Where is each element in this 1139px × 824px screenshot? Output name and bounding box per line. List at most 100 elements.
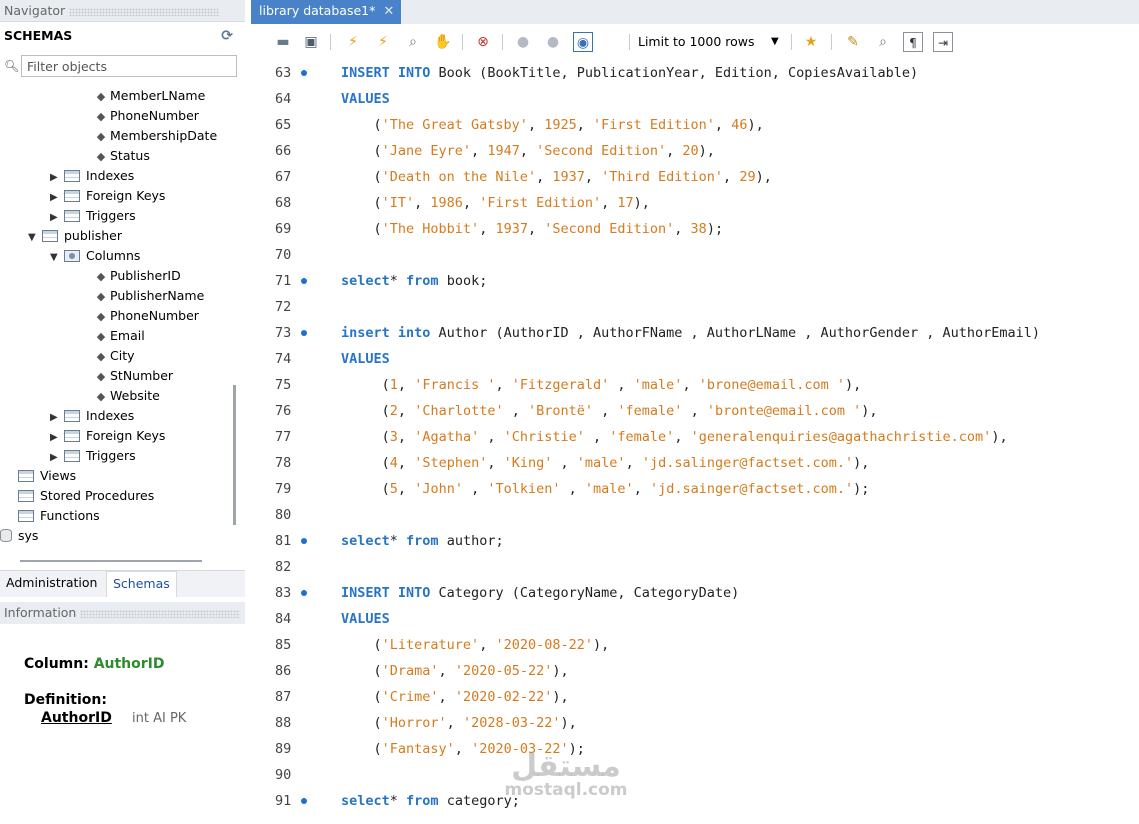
wrap-lines-icon[interactable]: ⇥ (933, 32, 953, 52)
code-line[interactable]: 83 INSERT INTO Category (CategoryName, Ca… (251, 580, 1139, 606)
tree-item-membershipdate[interactable]: ◆ MembershipDate (92, 126, 217, 146)
collapse-arrow-icon[interactable]: ▼ (28, 228, 42, 248)
code-line[interactable]: 63 INSERT INTO Book (BookTitle, Publicati… (251, 60, 1139, 86)
tree-horizontal-scrollbar[interactable] (20, 560, 202, 562)
code-line[interactable]: 71 select* from book; (251, 268, 1139, 294)
folder-icon (18, 510, 34, 522)
line-number: 64 (275, 91, 292, 107)
code-line[interactable]: 77 (3, 'Agatha' , 'Christie' , 'female',… (251, 424, 1139, 450)
code-line[interactable]: 85 ('Literature', '2020-08-22'), (251, 632, 1139, 658)
tree-item-city[interactable]: ◆ City (92, 346, 135, 366)
tree-item-email[interactable]: ◆ Email (92, 326, 145, 346)
code-line[interactable]: 69 ('The Hobbit', 1937, 'Second Edition'… (251, 216, 1139, 242)
code-line[interactable]: 75 (1, 'Francis ', 'Fitzgerald' , 'male'… (251, 372, 1139, 398)
code-line[interactable]: 74 VALUES (251, 346, 1139, 372)
tree-item-website[interactable]: ◆ Website (92, 386, 160, 406)
add-snippet-icon[interactable]: ★ (801, 32, 821, 52)
code-token: 'The Hobbit' (381, 221, 480, 237)
code-line[interactable]: 91 select* from category; (251, 788, 1139, 814)
columns-icon (64, 250, 80, 262)
tree-item-sys[interactable]: sys (0, 526, 38, 546)
explain-icon[interactable]: ⌕ (403, 32, 423, 52)
tab-administration[interactable]: Administration (0, 571, 103, 596)
tree-item-indexes[interactable]: ▶ Indexes (50, 406, 134, 426)
execute-current-icon[interactable]: ⚡ (373, 32, 393, 52)
code-line[interactable]: 64 VALUES (251, 86, 1139, 112)
expand-arrow-icon[interactable]: ▶ (50, 408, 64, 428)
expand-arrow-icon[interactable]: ▶ (50, 208, 64, 228)
code-line[interactable]: 76 (2, 'Charlotte' , 'Brontë' , 'female'… (251, 398, 1139, 424)
tree-item-publisher[interactable]: ▼ publisher (28, 226, 122, 246)
execute-icon[interactable]: ⚡ (343, 32, 363, 52)
expand-arrow-icon[interactable]: ▶ (50, 188, 64, 208)
code-line[interactable]: 65 ('The Great Gatsby', 1925, 'First Edi… (251, 112, 1139, 138)
tab-library-database[interactable]: library database1* ✕ (251, 0, 402, 24)
code-token: ), (552, 663, 569, 679)
tree-item-foreign-keys[interactable]: ▶ Foreign Keys (50, 186, 165, 206)
code-line[interactable]: 90 (251, 762, 1139, 788)
tree-item-phonenumber[interactable]: ◆ PhoneNumber (92, 106, 199, 126)
refresh-icon[interactable]: ⟳ (221, 28, 233, 44)
code-line[interactable]: 68 ('IT', 1986, 'First Edition', 17), (251, 190, 1139, 216)
schema-tree: ◆ MemberLName ◆ PhoneNumber ◆ MembershipDate ◆… (0, 86, 230, 552)
tree-item-publisherid[interactable]: ◆ PublisherID (92, 266, 181, 286)
collapse-arrow-icon[interactable]: ▼ (50, 248, 64, 268)
code-line[interactable]: 82 (251, 554, 1139, 580)
tree-item-memberlname[interactable]: ◆ MemberLName (92, 86, 206, 106)
filter-objects-input[interactable] (21, 55, 237, 77)
expand-arrow-icon[interactable]: ▶ (50, 168, 64, 188)
code-line[interactable]: 73 insert into Author (AuthorID , AuthorF… (251, 320, 1139, 346)
code-line[interactable]: 86 ('Drama', '2020-05-22'), (251, 658, 1139, 684)
code-line[interactable]: 70 (251, 242, 1139, 268)
code-token: ), (593, 637, 610, 653)
tree-item-status[interactable]: ◆ Status (92, 146, 150, 166)
tree-item-stnumber[interactable]: ◆ StNumber (92, 366, 173, 386)
code-line[interactable]: 78 (4, 'Stephen', 'King' , 'male', 'jd.s… (251, 450, 1139, 476)
code-line[interactable]: 87 ('Crime', '2020-02-22'), (251, 684, 1139, 710)
rollback-icon[interactable]: ● (543, 32, 563, 52)
code-text: ('Drama', '2020-05-22'), (341, 658, 569, 684)
expand-arrow-icon[interactable]: ▶ (50, 428, 64, 448)
invisible-chars-icon[interactable]: ¶ (903, 32, 923, 52)
autocommit-icon[interactable]: ◉ (573, 32, 593, 52)
sql-editor[interactable]: 63 INSERT INTO Book (BookTitle, Publicati… (251, 60, 1139, 824)
open-folder-icon[interactable]: ▬ (273, 32, 293, 52)
table-icon (42, 230, 58, 242)
code-line[interactable]: 80 (251, 502, 1139, 528)
commit-icon[interactable]: ● (513, 32, 533, 52)
expand-arrow-icon[interactable]: ▶ (50, 448, 64, 468)
limit-rows-select[interactable]: Limit to 1000 rows ▼ (638, 32, 779, 52)
tab-label: library database1* (259, 3, 376, 18)
tree-item-phonenumber[interactable]: ◆ PhoneNumber (92, 306, 199, 326)
code-line[interactable]: 79 (5, 'John' , 'Tolkien' , 'male', 'jd.… (251, 476, 1139, 502)
save-icon[interactable]: ▣ (301, 32, 321, 52)
stop-icon[interactable]: ✋ (433, 32, 453, 52)
beautify-icon[interactable]: ✎ (843, 32, 863, 52)
tree-item-indexes[interactable]: ▶ Indexes (50, 166, 134, 186)
code-token: ), (560, 715, 577, 731)
tree-item-triggers[interactable]: ▶ Triggers (50, 446, 136, 466)
code-line[interactable]: 66 ('Jane Eyre', 1947, 'Second Edition',… (251, 138, 1139, 164)
tree-item-columns[interactable]: ▼ Columns (50, 246, 140, 266)
code-line[interactable]: 72 (251, 294, 1139, 320)
code-token: , (397, 403, 415, 419)
tree-item-stored-procedures[interactable]: Stored Procedures (18, 486, 154, 506)
code-line[interactable]: 67 ('Death on the Nile', 1937, 'Third Ed… (251, 164, 1139, 190)
find-icon[interactable]: ⌕ (873, 32, 893, 52)
tree-item-triggers[interactable]: ▶ Triggers (50, 206, 136, 226)
tree-item-label: Indexes (86, 408, 135, 423)
tree-item-views[interactable]: Views (18, 466, 76, 486)
column-diamond-icon: ◆ (96, 390, 106, 403)
code-token: 'male' (576, 455, 626, 471)
code-line[interactable]: 89 ('Fantasy', '2020-03-22'); (251, 736, 1139, 762)
tab-schemas[interactable]: Schemas (106, 571, 177, 597)
code-line[interactable]: 88 ('Horror', '2028-03-22'), (251, 710, 1139, 736)
code-line[interactable]: 81 select* from author; (251, 528, 1139, 554)
tree-item-functions[interactable]: Functions (18, 506, 100, 526)
code-line[interactable]: 84 VALUES (251, 606, 1139, 632)
tree-vertical-scrollbar[interactable] (233, 385, 236, 525)
tree-item-publishername[interactable]: ◆ PublisherName (92, 286, 205, 306)
toggle-error-icon[interactable]: ⊗ (473, 32, 493, 52)
tree-item-foreign-keys[interactable]: ▶ Foreign Keys (50, 426, 165, 446)
close-tab-icon[interactable]: ✕ (383, 4, 394, 19)
